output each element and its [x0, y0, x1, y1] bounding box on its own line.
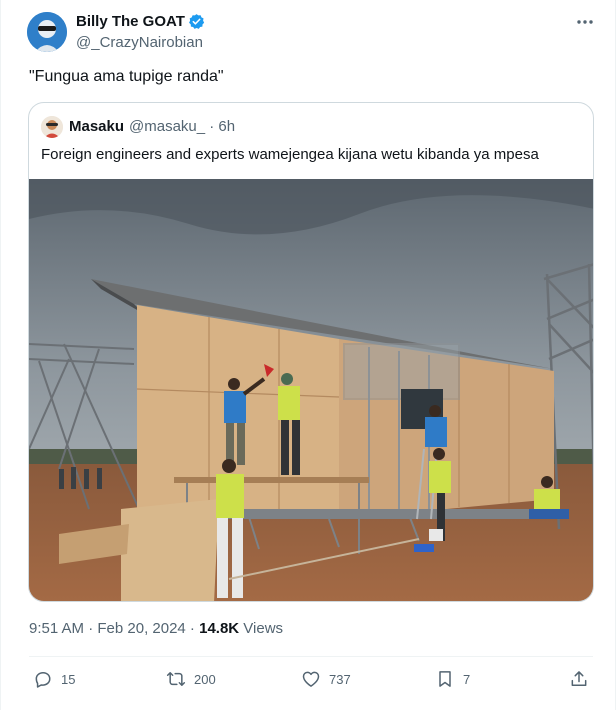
more-icon[interactable] — [575, 14, 595, 30]
author-handle[interactable]: @_CrazyNairobian — [76, 34, 203, 51]
tweet-text: "Fungua ama tupige randa" — [29, 68, 224, 85]
verified-badge-icon — [189, 14, 205, 29]
bookmark-count: 7 — [463, 671, 471, 687]
bookmark-button[interactable]: 7 — [435, 668, 470, 690]
like-icon — [302, 671, 320, 687]
reply-icon — [35, 672, 51, 688]
construction-photo[interactable] — [29, 179, 594, 602]
share-button[interactable] — [569, 668, 589, 690]
quoted-handle-time: @masaku_ · 6h — [129, 118, 236, 135]
quoted-author-name[interactable]: Masaku — [69, 118, 124, 135]
timestamp[interactable]: 9:51 AM · Feb 20, 2024 · — [29, 620, 199, 637]
author-avatar[interactable] — [27, 12, 67, 52]
quoted-avatar[interactable] — [41, 116, 63, 138]
timestamp-row: 9:51 AM · Feb 20, 2024 · 14.8K Views — [29, 620, 283, 637]
views-count: 14.8K — [199, 620, 240, 637]
reply-button[interactable]: 15 — [33, 668, 75, 690]
retweet-count: 200 — [194, 671, 216, 687]
divider — [29, 656, 593, 657]
quoted-tweet[interactable]: Masaku @masaku_ · 6h Foreign engineers a… — [28, 102, 594, 602]
retweet-button[interactable]: 200 — [166, 668, 216, 690]
retweet-icon — [166, 672, 186, 686]
reply-count: 15 — [61, 671, 76, 687]
like-count: 737 — [329, 671, 351, 687]
bookmark-icon — [439, 671, 451, 687]
tweet-card: Billy The GOAT @_CrazyNairobian "Fungua … — [0, 0, 616, 710]
like-button[interactable]: 737 — [301, 668, 351, 690]
author-name[interactable]: Billy The GOAT — [76, 13, 185, 30]
share-icon — [571, 671, 587, 686]
quoted-text: Foreign engineers and experts wamejengea… — [41, 146, 539, 163]
views-label: Views — [239, 620, 284, 637]
